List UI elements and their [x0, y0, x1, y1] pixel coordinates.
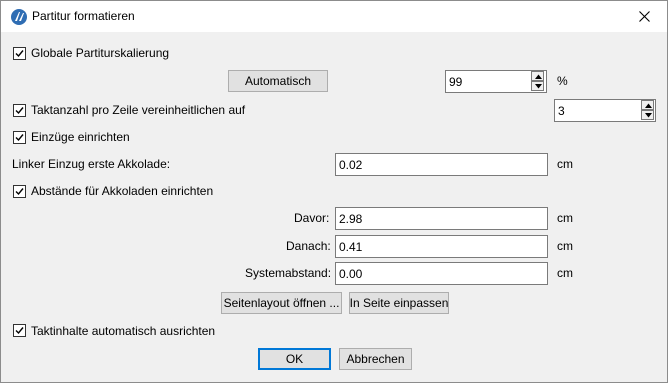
- arrow-up-icon: [535, 74, 542, 79]
- spin-up-button[interactable]: [531, 71, 544, 81]
- left-indent-unit: cm: [557, 157, 573, 171]
- auto-align-label: Taktinhalte automatisch ausrichten: [31, 324, 216, 338]
- scaling-spinbox[interactable]: [531, 71, 544, 92]
- arrow-down-icon: [535, 84, 542, 89]
- scaling-unit: %: [557, 74, 568, 88]
- system-spacing-label: Abstände für Akkoladen einrichten: [31, 184, 214, 198]
- window-title: Partitur formatieren: [32, 9, 135, 23]
- bars-per-line-checkbox[interactable]: [13, 104, 26, 117]
- left-indent-label: Linker Einzug erste Akkolade:: [12, 157, 171, 171]
- checkmark-icon: [15, 107, 24, 115]
- global-scaling-checkbox[interactable]: [13, 47, 26, 60]
- auto-align-checkbox[interactable]: [13, 324, 26, 337]
- system-distance-input[interactable]: [335, 262, 548, 285]
- ok-button[interactable]: OK: [258, 348, 331, 370]
- close-icon: [638, 11, 650, 22]
- left-indent-input[interactable]: [335, 153, 548, 176]
- arrow-up-icon: [645, 103, 652, 108]
- after-input[interactable]: [335, 235, 548, 258]
- open-page-layout-button[interactable]: Seitenlayout öffnen ...: [221, 292, 342, 314]
- before-unit: cm: [557, 211, 573, 225]
- system-distance-unit: cm: [557, 266, 573, 280]
- cancel-button[interactable]: Abbrechen: [339, 348, 412, 370]
- indents-checkbox[interactable]: [13, 131, 26, 144]
- after-unit: cm: [557, 239, 573, 253]
- spin-down-button[interactable]: [531, 81, 544, 91]
- before-input[interactable]: [335, 207, 548, 230]
- bars-per-line-spinbox[interactable]: [641, 100, 654, 121]
- after-label: Danach:: [286, 239, 331, 253]
- global-scaling-label: Globale Partiturskalierung: [31, 46, 170, 60]
- arrow-down-icon: [645, 113, 652, 118]
- before-label: Davor:: [294, 211, 330, 225]
- system-distance-label: Systemabstand:: [245, 266, 332, 280]
- indents-label: Einzüge einrichten: [31, 130, 130, 144]
- checkmark-icon: [15, 50, 24, 58]
- spin-up-button[interactable]: [641, 100, 654, 110]
- auto-scaling-button[interactable]: Automatisch: [228, 70, 328, 92]
- fit-to-page-button[interactable]: In Seite einpassen: [349, 292, 449, 314]
- checkmark-icon: [15, 327, 24, 335]
- checkmark-icon: [15, 188, 24, 196]
- spin-down-button[interactable]: [641, 110, 654, 120]
- system-spacing-checkbox[interactable]: [13, 185, 26, 198]
- title-bar: Partitur formatieren: [1, 1, 667, 32]
- bars-per-line-label: Taktanzahl pro Zeile vereinheitlichen au…: [31, 103, 246, 117]
- musescore-logo-icon: [11, 9, 27, 25]
- checkmark-icon: [15, 134, 24, 142]
- dialog-window: Partitur formatieren Globale Partiturska…: [0, 0, 668, 383]
- close-button[interactable]: [621, 1, 667, 32]
